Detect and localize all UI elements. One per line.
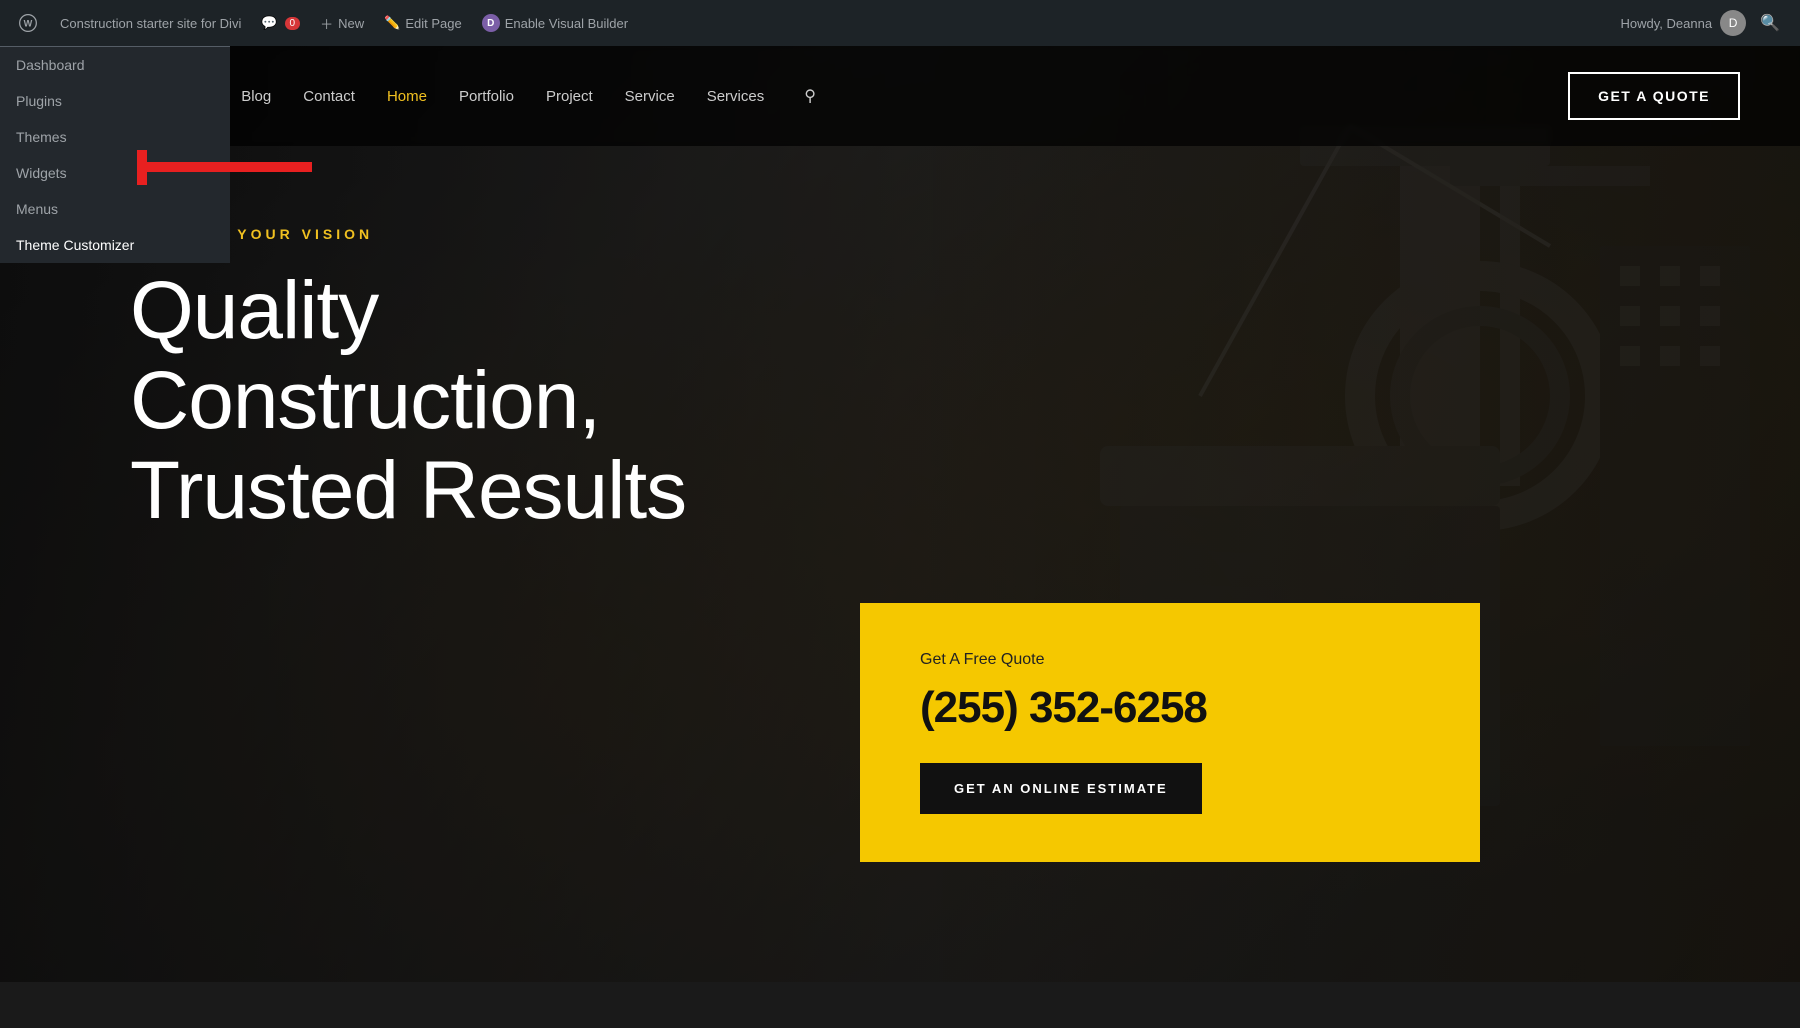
estimate-button[interactable]: GET AN ONLINE ESTIMATE	[920, 763, 1202, 814]
hero-title-line2: Trusted Results	[130, 445, 686, 536]
comments-bar-item[interactable]: 💬 0	[251, 0, 310, 46]
edit-page-bar-item[interactable]: ✏️ Edit Page	[374, 0, 472, 46]
site-header: About Blog Contact Home Portfolio Projec…	[0, 46, 1800, 146]
dropdown-item-menus[interactable]: Menus	[0, 191, 230, 227]
quote-box-phone: (255) 352-6258	[920, 683, 1420, 733]
dropdown-item-plugins[interactable]: Plugins	[0, 83, 230, 119]
pencil-icon: ✏️	[384, 15, 400, 31]
avatar: D	[1720, 10, 1746, 36]
quote-box: Get A Free Quote (255) 352-6258 GET AN O…	[860, 603, 1480, 862]
comment-icon: 💬	[261, 15, 277, 31]
nav-services[interactable]: Services	[707, 88, 765, 105]
quote-box-label: Get A Free Quote	[920, 651, 1420, 669]
admin-bar: W Construction starter site for Divi 💬 0…	[0, 0, 1800, 46]
site-name-text: Construction starter site for Divi	[60, 16, 241, 31]
nav-project[interactable]: Project	[546, 88, 593, 105]
comment-count: 0	[285, 17, 301, 30]
nav-blog[interactable]: Blog	[241, 88, 271, 105]
howdy-text: Howdy, Deanna D	[1621, 10, 1747, 36]
site-name-bar[interactable]: Construction starter site for Divi	[50, 0, 251, 46]
nav-contact[interactable]: Contact	[303, 88, 355, 105]
dropdown-item-theme-customizer[interactable]: Theme Customizer	[0, 227, 230, 263]
nav-service[interactable]: Service	[625, 88, 675, 105]
dropdown-menu: Dashboard Plugins Themes Widgets Menus T…	[0, 46, 230, 263]
nav-search-icon[interactable]: ⚲	[804, 86, 816, 106]
nav-portfolio[interactable]: Portfolio	[459, 88, 514, 105]
hero-title-line1: Quality Construction,	[130, 265, 600, 446]
dropdown-item-themes[interactable]: Themes	[0, 119, 230, 155]
hero-title: Quality Construction, Trusted Results	[130, 266, 830, 537]
new-bar-item[interactable]: ＋ New	[310, 0, 374, 46]
new-label: New	[338, 16, 364, 31]
divi-icon: D	[482, 14, 500, 32]
edit-page-label: Edit Page	[405, 16, 461, 31]
hero-subtitle: BUILDING YOUR VISION	[130, 226, 830, 242]
dropdown-item-dashboard[interactable]: Dashboard	[0, 47, 230, 83]
site-wrapper: About Blog Contact Home Portfolio Projec…	[0, 46, 1800, 982]
enable-builder-label: Enable Visual Builder	[505, 16, 628, 31]
hero-content: BUILDING YOUR VISION Quality Constructio…	[130, 226, 830, 537]
wp-logo[interactable]: W	[10, 5, 46, 41]
site-nav: About Blog Contact Home Portfolio Projec…	[170, 86, 1568, 106]
svg-text:W: W	[24, 18, 33, 28]
enable-builder-bar-item[interactable]: D Enable Visual Builder	[472, 0, 638, 46]
dropdown-item-widgets[interactable]: Widgets	[0, 155, 230, 191]
hero-section: About Blog Contact Home Portfolio Projec…	[0, 46, 1800, 982]
nav-home[interactable]: Home	[387, 88, 427, 105]
get-quote-button[interactable]: GET A QUOTE	[1568, 72, 1740, 120]
plus-icon: ＋	[320, 14, 333, 33]
search-icon-bar[interactable]: 🔍	[1750, 13, 1790, 33]
admin-bar-right: Howdy, Deanna D 🔍	[1621, 10, 1790, 36]
